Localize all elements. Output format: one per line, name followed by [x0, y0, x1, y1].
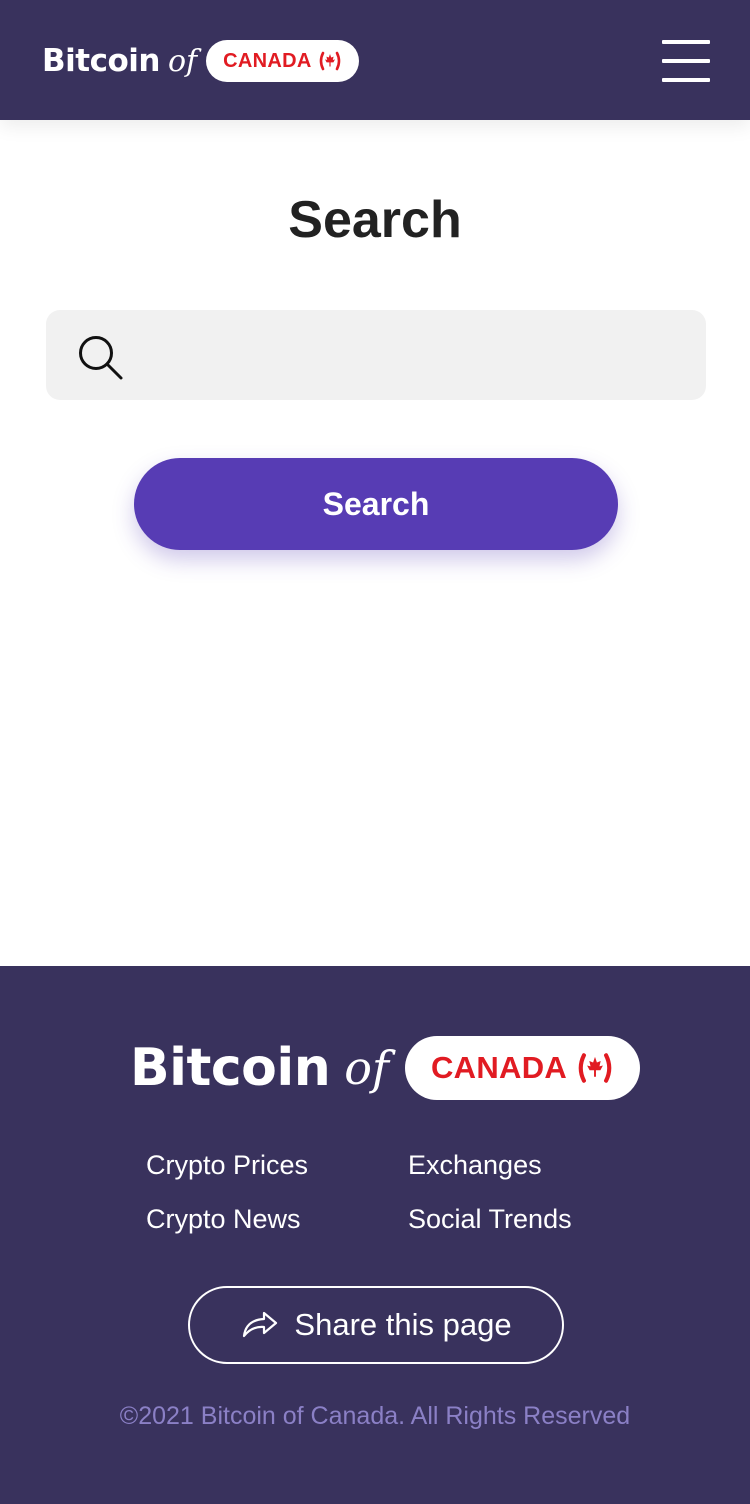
logo-bitcoin-text: Bitcoin	[130, 1038, 331, 1098]
logo-country-pill: CANADA	[404, 1036, 641, 1100]
logo-country-pill: CANADA	[206, 40, 359, 82]
copyright-text: ©2021 Bitcoin of Canada. All Rights Rese…	[119, 1402, 631, 1430]
share-page-label: Share this page	[294, 1307, 512, 1342]
footer-link-crypto-prices[interactable]: Crypto Prices	[146, 1150, 308, 1181]
hamburger-menu-icon[interactable]	[662, 40, 710, 82]
site-header: Bitcoin of CANADA	[0, 0, 750, 120]
search-button[interactable]: Search	[134, 458, 618, 550]
logo-country-text: CANADA	[223, 49, 312, 72]
share-arrow-icon	[243, 1311, 278, 1338]
footer-link-social-trends[interactable]: Social Trends	[408, 1204, 572, 1235]
site-footer: Bitcoin of CANADA Crypto Prices Exchange…	[0, 966, 750, 1504]
maple-leaf-icon	[576, 1052, 614, 1084]
logo-country-text: CANADA	[430, 1050, 568, 1085]
search-input[interactable]	[142, 316, 692, 394]
logo-of-text: of	[344, 1041, 389, 1095]
page: Bitcoin of CANADA Search Search Bitcoin …	[0, 0, 750, 1504]
maple-leaf-icon	[318, 51, 342, 71]
logo-of-text: of	[167, 43, 198, 79]
site-logo[interactable]: Bitcoin of CANADA	[42, 40, 359, 82]
footer-logo[interactable]: Bitcoin of CANADA	[130, 1036, 641, 1100]
search-icon	[79, 336, 123, 380]
footer-link-crypto-news[interactable]: Crypto News	[146, 1204, 301, 1235]
page-title: Search	[288, 191, 462, 249]
logo-bitcoin-text: Bitcoin	[42, 43, 160, 79]
share-page-button[interactable]: Share this page	[188, 1286, 564, 1364]
footer-link-exchanges[interactable]: Exchanges	[408, 1150, 542, 1181]
